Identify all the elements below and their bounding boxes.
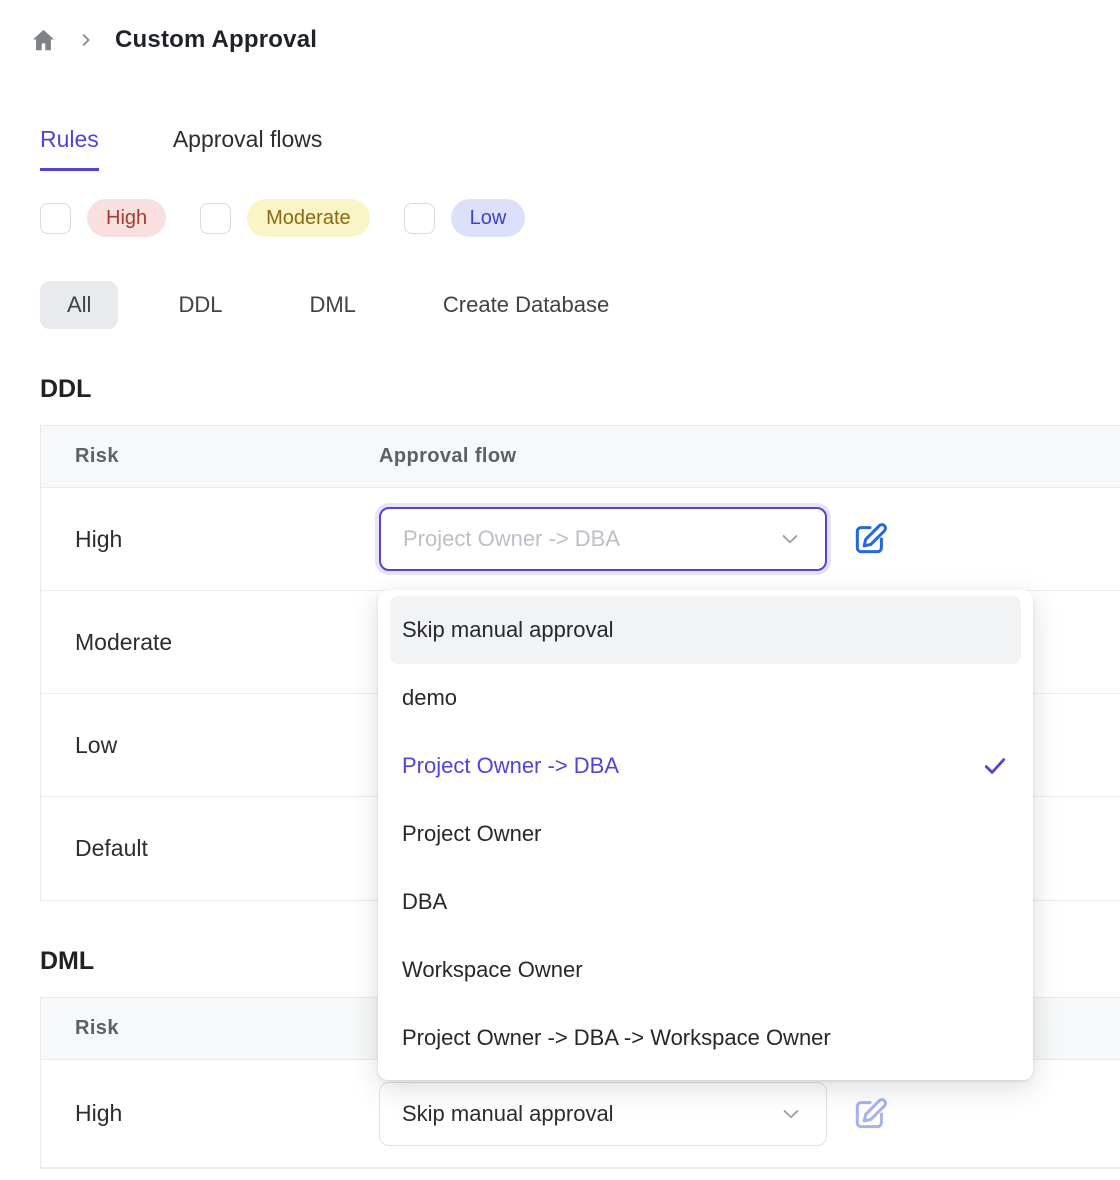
edit-approval-flow-button[interactable] <box>851 520 889 558</box>
risk-label: High <box>75 1100 379 1127</box>
tab-bar: Rules Approval flows <box>40 126 1120 171</box>
dropdown-option-dba[interactable]: DBA <box>390 868 1021 936</box>
low-badge[interactable]: Low <box>451 199 526 237</box>
ddl-section-title: DDL <box>40 375 1120 404</box>
risk-filter-low: Low <box>404 199 526 237</box>
breadcrumb: Custom Approval <box>0 0 1120 54</box>
risk-column-header: Risk <box>75 445 379 468</box>
risk-label: Moderate <box>75 629 379 656</box>
category-dml[interactable]: DML <box>282 281 382 329</box>
dropdown-option-project-owner-dba[interactable]: Project Owner -> DBA <box>390 732 1021 800</box>
risk-filter-bar: High Moderate Low <box>40 199 1120 237</box>
moderate-badge[interactable]: Moderate <box>247 199 370 237</box>
approval-flow-column-header: Approval flow <box>379 445 1120 468</box>
dropdown-option-demo[interactable]: demo <box>390 664 1021 732</box>
ddl-table-header: Risk Approval flow <box>41 426 1120 488</box>
risk-filter-high: High <box>40 199 166 237</box>
chevron-down-icon <box>778 1101 804 1127</box>
approval-flow-dropdown: Skip manual approval demo Project Owner … <box>378 590 1033 1080</box>
ddl-row-high: High Project Owner -> DBA <box>41 488 1120 591</box>
moderate-checkbox[interactable] <box>200 203 231 234</box>
dropdown-option-project-owner-dba-workspace-owner[interactable]: Project Owner -> DBA -> Workspace Owner <box>390 1004 1021 1072</box>
chevron-right-icon <box>77 31 95 49</box>
category-ddl[interactable]: DDL <box>151 281 249 329</box>
dml-high-approval-flow-select[interactable]: Skip manual approval <box>379 1082 827 1146</box>
ddl-high-approval-flow-select[interactable]: Project Owner -> DBA <box>379 507 827 571</box>
risk-label: High <box>75 526 379 553</box>
chevron-down-icon <box>777 526 803 552</box>
high-checkbox[interactable] <box>40 203 71 234</box>
dropdown-option-skip-manual-approval[interactable]: Skip manual approval <box>390 596 1021 664</box>
home-icon[interactable] <box>30 27 57 54</box>
risk-column-header: Risk <box>75 1017 379 1040</box>
dropdown-option-project-owner[interactable]: Project Owner <box>390 800 1021 868</box>
page-title: Custom Approval <box>115 26 317 54</box>
high-badge[interactable]: High <box>87 199 166 237</box>
risk-label: Low <box>75 732 379 759</box>
risk-label: Default <box>75 835 379 862</box>
edit-approval-flow-button[interactable] <box>851 1095 889 1133</box>
option-label: Project Owner -> DBA <box>402 753 619 779</box>
risk-filter-moderate: Moderate <box>200 199 370 237</box>
tab-rules[interactable]: Rules <box>40 126 99 171</box>
dropdown-option-workspace-owner[interactable]: Workspace Owner <box>390 936 1021 1004</box>
low-checkbox[interactable] <box>404 203 435 234</box>
category-create-database[interactable]: Create Database <box>416 281 636 329</box>
category-filter: All DDL DML Create Database <box>40 281 1120 329</box>
category-all[interactable]: All <box>40 281 118 329</box>
check-icon <box>981 752 1009 780</box>
tab-approval-flows[interactable]: Approval flows <box>173 126 323 171</box>
select-value: Skip manual approval <box>402 1101 614 1127</box>
custom-approval-page: Custom Approval Rules Approval flows Hig… <box>0 0 1120 1180</box>
select-value: Project Owner -> DBA <box>403 526 620 552</box>
